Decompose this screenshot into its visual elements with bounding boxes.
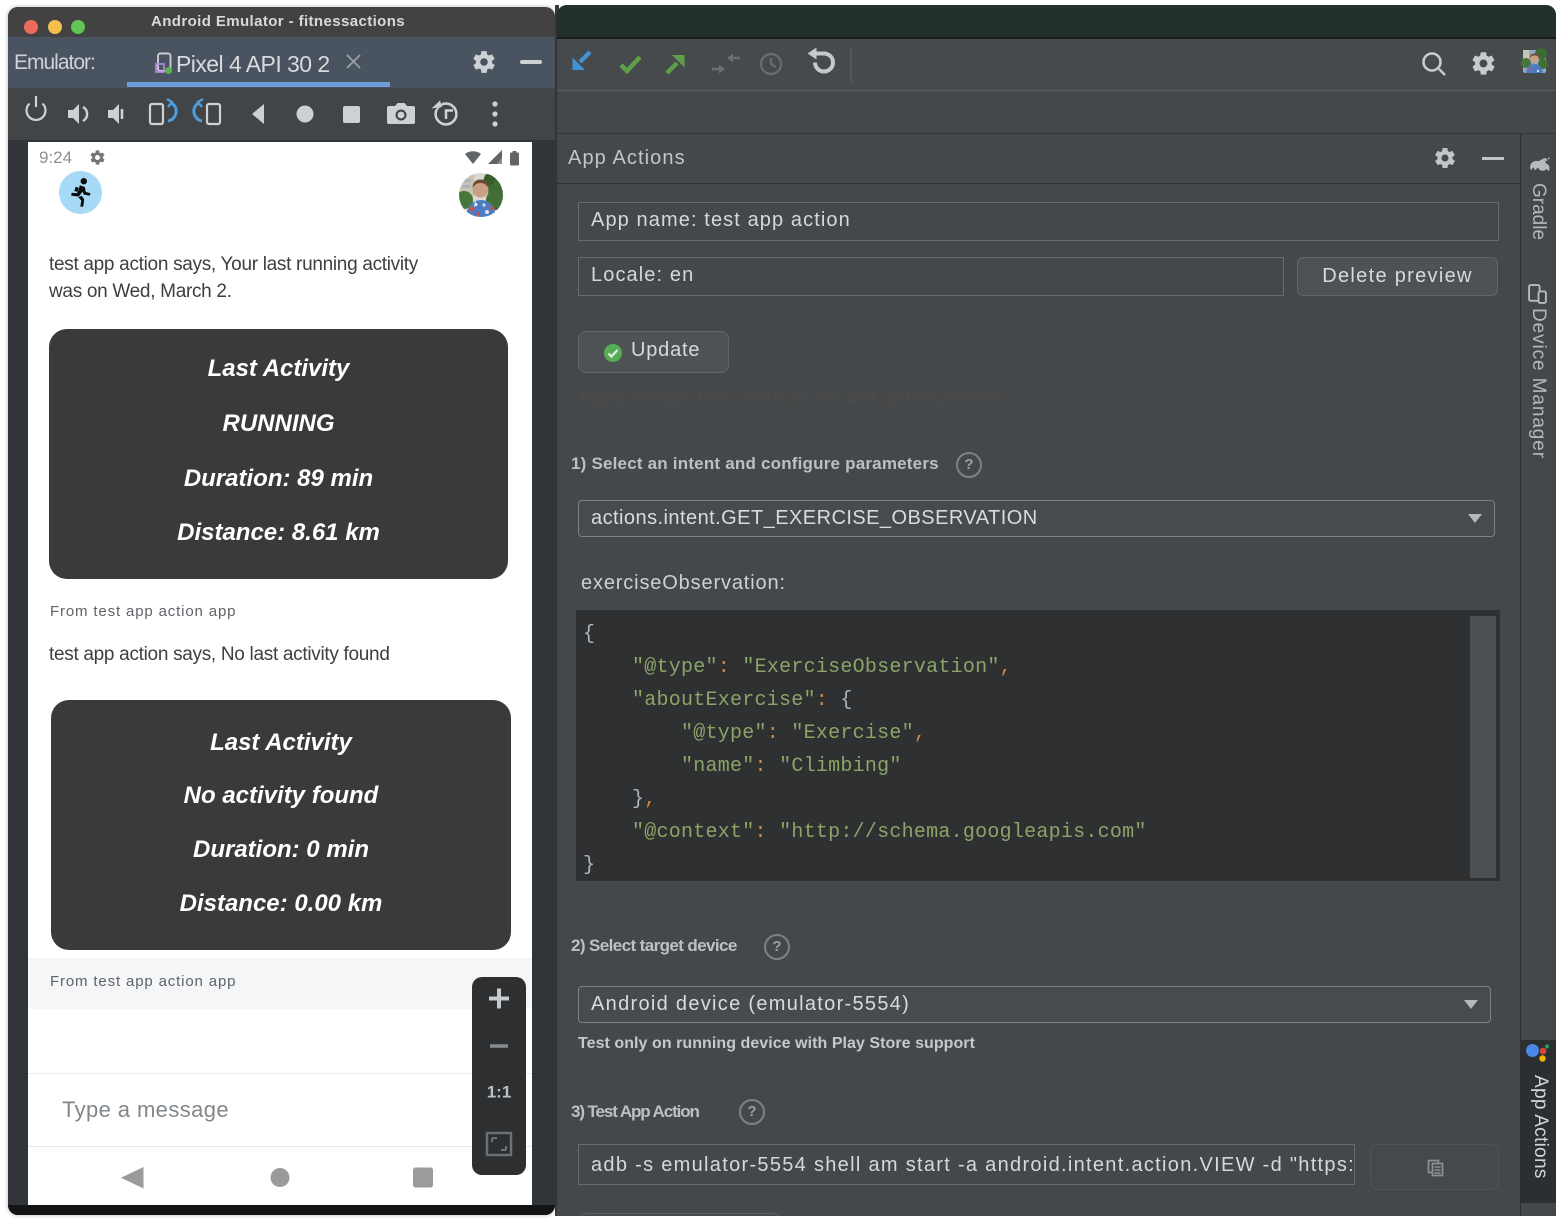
svg-text:1:1: 1:1 bbox=[487, 1083, 512, 1102]
